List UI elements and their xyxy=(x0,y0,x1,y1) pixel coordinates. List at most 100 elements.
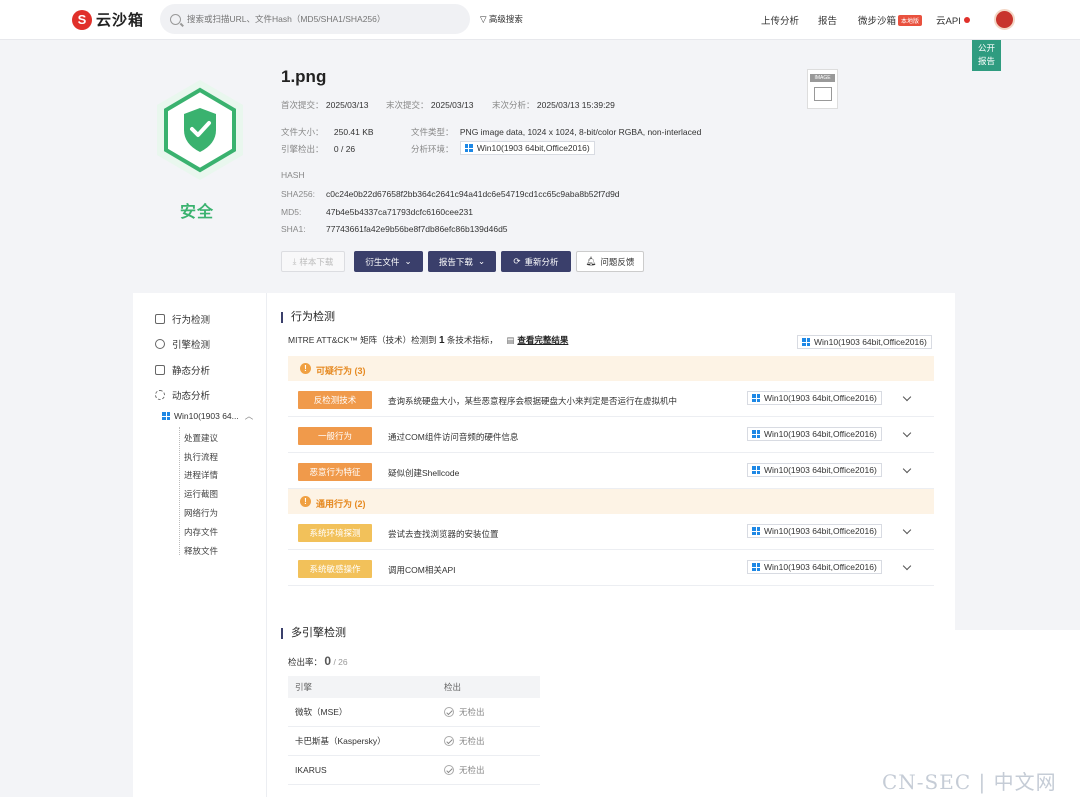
md5-value[interactable]: 47b4e5b4337ca71793dcfc6160cee231 xyxy=(326,207,473,217)
check-circle-icon xyxy=(444,765,454,775)
sidebar-item-label: 行为检测 xyxy=(172,315,211,326)
sidebar-env-label: Win10(1903 64... xyxy=(174,411,239,421)
chevron-up-icon: ︿ xyxy=(244,411,254,421)
nav-sandbox-label: 微步沙箱 xyxy=(858,16,897,27)
chevron-down-icon: ⌄ xyxy=(404,256,412,266)
behavior-tag: 恶意行为特征 xyxy=(298,463,372,481)
behavior-desc: 调用COM相关API xyxy=(388,565,456,575)
behavior-desc: 疑似创建Shellcode xyxy=(388,468,460,478)
sha1-label: SHA1: xyxy=(281,224,306,234)
sidebar-sub-released[interactable]: 释放文件 xyxy=(184,545,218,557)
file-size-value: 250.41 KB xyxy=(333,127,374,137)
search-input[interactable] xyxy=(187,14,447,24)
nav-cloud-api[interactable]: 云API xyxy=(936,13,970,27)
view-full-results-link[interactable]: 查看完整结果 xyxy=(517,335,568,345)
sample-download-label: 样本下载 xyxy=(299,256,334,267)
check-circle-icon xyxy=(444,707,454,717)
behavior-desc: 通过COM组件访问音频的硬件信息 xyxy=(388,432,519,442)
engine-hits: 引擎检出： 0 / 26 xyxy=(281,143,355,155)
hash-title: HASH xyxy=(281,170,305,180)
file-type-value: PNG image data, 1024 x 1024, 8-bit/color… xyxy=(459,127,702,137)
chevron-down-icon[interactable] xyxy=(902,428,912,438)
sha256-value[interactable]: c0c24e0b22d67658f2bb364c2641c94a41dc6e54… xyxy=(326,189,620,199)
tree-line xyxy=(179,427,180,555)
sha1-row: SHA1: 77743661fa42e9b56be8f7db86efc86b139… xyxy=(281,224,508,234)
behavior-row[interactable]: 反检测技术 查询系统硬盘大小，某些恶意程序会根据硬盘大小来判定是否运行在虚拟机中… xyxy=(288,381,934,417)
sidebar-item-engine[interactable]: 引擎检测 xyxy=(155,337,210,351)
avatar[interactable] xyxy=(994,9,1015,30)
engine-hits-value: 0 / 26 xyxy=(333,144,356,154)
nav-sandbox[interactable]: 微步沙箱 本地版 xyxy=(858,13,923,27)
behavior-row[interactable]: 恶意行为特征 疑似创建Shellcode Win10(1903 64bit,Of… xyxy=(288,453,934,489)
file-type-label: 文件类型： xyxy=(411,127,454,137)
chevron-down-icon[interactable] xyxy=(902,561,912,571)
detection-rate-hits: 0 xyxy=(324,654,332,668)
sample-download-button[interactable]: ⤓ 样本下载 xyxy=(281,251,345,272)
advanced-search-link[interactable]: ▽ 高级搜索 xyxy=(480,13,523,25)
nav-report[interactable]: 报告 xyxy=(818,13,837,27)
chevron-down-icon[interactable] xyxy=(902,525,912,535)
last-submit-value: 2025/03/13 xyxy=(430,100,474,110)
md5-row: MD5: 47b4e5b4337ca71793dcfc6160cee231 xyxy=(281,207,473,217)
engine-name: 卡巴斯基（Kaspersky） xyxy=(295,736,386,746)
behavior-env-tag: Win10(1903 64bit,Office2016) xyxy=(747,524,882,538)
chevron-down-icon[interactable] xyxy=(902,392,912,402)
last-analysis-label: 末次分析： xyxy=(492,100,535,110)
behavior-row[interactable]: 一般行为 通过COM组件访问音频的硬件信息 Win10(1903 64bit,O… xyxy=(288,417,934,453)
behavior-env-tag-text: Win10(1903 64bit,Office2016) xyxy=(764,526,877,536)
analysis-env: 分析环境： Win10(1903 64bit,Office2016) xyxy=(411,141,595,155)
sha1-value[interactable]: 77743661fa42e9b56be8f7db86efc86b139d46d5 xyxy=(326,224,508,234)
behavior-tag: 系统环境探测 xyxy=(298,524,372,542)
windows-icon xyxy=(162,412,170,420)
refresh-icon: ⟳ xyxy=(513,256,521,266)
suspicious-category[interactable]: ! 可疑行为 (3) xyxy=(288,356,934,381)
behavior-row[interactable]: 系统环境探测 尝试去查找浏览器的安装位置 Win10(1903 64bit,Of… xyxy=(288,514,934,550)
sidebar-item-static[interactable]: 静态分析 xyxy=(155,363,210,377)
windows-icon xyxy=(752,466,760,474)
nav-upload[interactable]: 上传分析 xyxy=(761,13,799,27)
behavior-env-tag-text: Win10(1903 64bit,Office2016) xyxy=(764,429,877,439)
chevron-down-icon: ⌄ xyxy=(477,256,486,266)
logo[interactable]: S 云沙箱 xyxy=(72,9,144,30)
table-row: IKARUS 无检出 xyxy=(288,756,540,785)
detection-rate-label: 检出率： xyxy=(288,657,323,667)
sidebar-env[interactable]: Win10(1903 64... ︿ xyxy=(162,410,253,422)
sidebar-item-dynamic[interactable]: 动态分析 xyxy=(155,388,210,402)
sidebar-item-label: 静态分析 xyxy=(172,366,211,377)
windows-icon xyxy=(802,338,810,346)
behavior-env-select[interactable]: Win10(1903 64bit,Office2016) xyxy=(797,335,932,349)
sidebar-sub-flow[interactable]: 执行流程 xyxy=(184,451,218,463)
chevron-down-icon[interactable] xyxy=(902,464,912,474)
last-submit: 末次提交： 2025/03/13 xyxy=(386,99,473,111)
sha256-label: SHA256: xyxy=(281,189,316,199)
report-download-button[interactable]: 报告下载 ⌄ xyxy=(428,251,496,272)
generic-category[interactable]: ! 通用行为 (2) xyxy=(288,489,934,514)
warning-icon: ! xyxy=(300,496,311,507)
engine-name: IKARUS xyxy=(295,765,327,775)
sidebar-item-behavior[interactable]: 行为检测 xyxy=(155,312,210,326)
sidebar-sub-process[interactable]: 进程详情 xyxy=(184,469,218,481)
check-circle-icon xyxy=(444,736,454,746)
behavior-row[interactable]: 系统敏感操作 调用COM相关API Win10(1903 64bit,Offic… xyxy=(288,550,934,586)
hash-title-text: HASH xyxy=(281,170,305,180)
derived-files-button[interactable]: 衍生文件 ⌄ xyxy=(354,251,423,272)
dynamic-icon xyxy=(155,390,165,400)
col-engine: 引擎 xyxy=(295,682,313,692)
advanced-search-label: 高级搜索 xyxy=(488,14,523,24)
mitre-summary: MITRE ATT&CK™ 矩阵（技术）检测到 1 条技术指标， ▤ 查看完整结果 xyxy=(288,334,568,346)
notification-dot xyxy=(963,17,970,23)
sidebar-sub-network[interactable]: 网络行为 xyxy=(184,507,218,519)
file-name: 1.png xyxy=(281,67,327,86)
search-bar[interactable] xyxy=(160,4,470,34)
behavior-env-tag-text: Win10(1903 64bit,Office2016) xyxy=(764,465,877,475)
sidebar-sub-memory[interactable]: 内存文件 xyxy=(184,526,218,538)
sidebar-sub-screenshot[interactable]: 运行截图 xyxy=(184,488,218,500)
file-thumbnail: IMAGE xyxy=(807,69,838,109)
sha256-row: SHA256: c0c24e0b22d67658f2bb364c2641c94a4… xyxy=(281,189,620,199)
feedback-button[interactable]: 🔔︎ 问题反馈 xyxy=(576,251,644,272)
public-report-button[interactable]: 公开 报告 xyxy=(972,40,1001,71)
sidebar-sub-disposal[interactable]: 处置建议 xyxy=(184,432,218,444)
file-size: 文件大小： 250.41 KB xyxy=(281,126,374,138)
reanalyze-button[interactable]: ⟳ 重新分析 xyxy=(501,251,571,272)
engine-table-header: 引擎 检出 xyxy=(288,676,540,698)
